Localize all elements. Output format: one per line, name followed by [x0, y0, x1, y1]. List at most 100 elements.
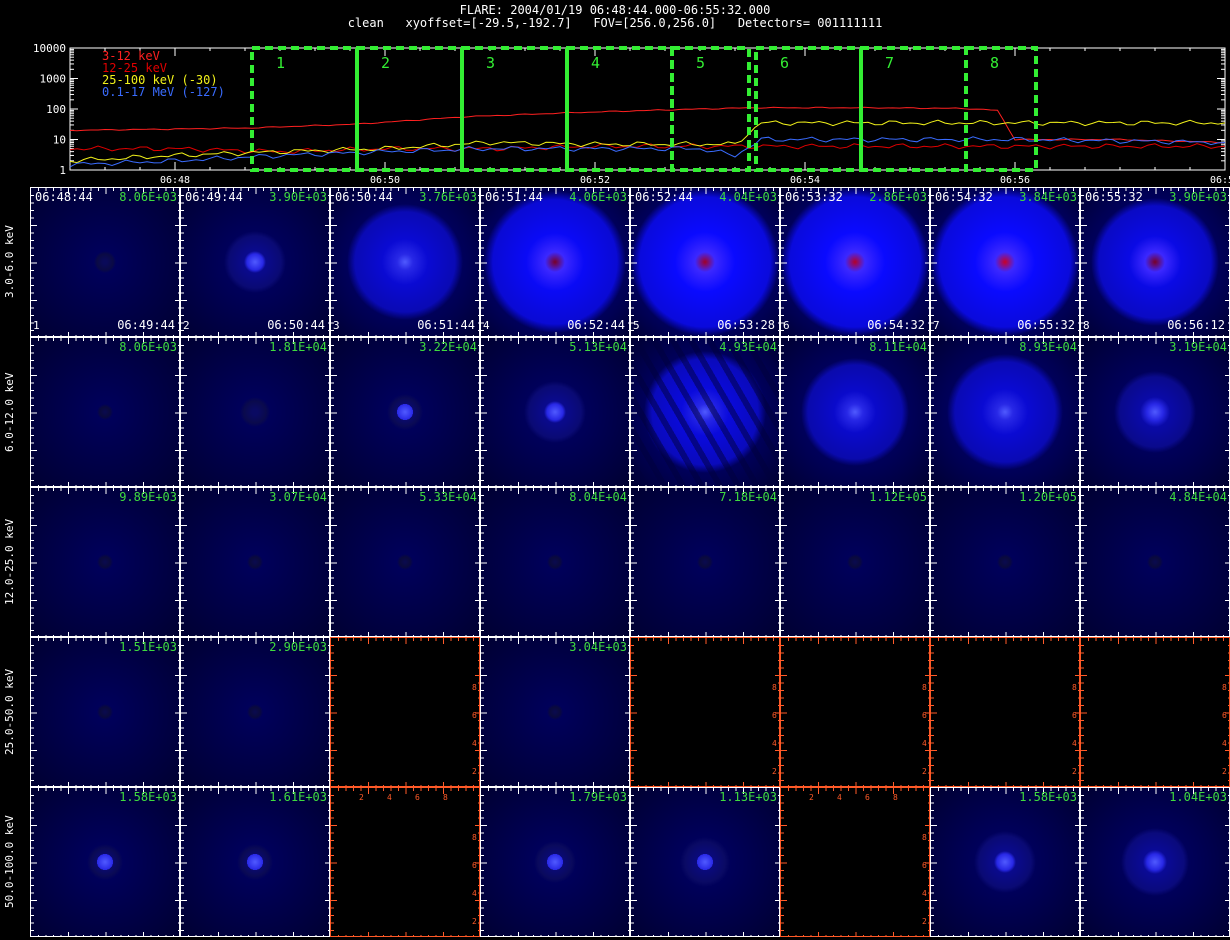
empty-axis-tick-label: 2: [772, 767, 777, 776]
empty-axis-tick-label: 2: [922, 917, 927, 926]
image-cell: 2 4 6 8: [1080, 637, 1230, 787]
x-tick-label: 06:58: [1210, 175, 1230, 186]
image-cell: 9.89E+03: [30, 487, 180, 637]
interval-label: 8: [990, 54, 999, 72]
cell-ticks: [1081, 488, 1229, 636]
cell-ticks: [931, 488, 1079, 636]
image-cell: 5.13E+04: [480, 337, 630, 487]
image-cell: 2 2 4 4 6 6 8 8: [780, 787, 930, 937]
cell-ticks: [481, 638, 629, 786]
cell-max-value: 3.19E+04: [1169, 340, 1227, 354]
interval-label: 1: [276, 54, 285, 72]
empty-axis-tick-label: 2: [472, 767, 477, 776]
cell-index: 2: [183, 319, 190, 332]
x-tick-label: 06:50: [370, 175, 400, 186]
empty-axis-tick-label: 6: [1072, 711, 1077, 720]
cell-ticks: [931, 338, 1079, 486]
cell-end-time: 06:54:32: [867, 318, 925, 332]
cell-max-value: 3.84E+03: [1019, 190, 1077, 204]
image-cell: 4.84E+04: [1080, 487, 1230, 637]
cell-max-value: 1.61E+03: [269, 790, 327, 804]
cell-start-time: 06:50:44: [335, 190, 393, 204]
cell-start-time: 06:55:32: [1085, 190, 1143, 204]
cell-ticks: 2 4 6 8: [781, 638, 929, 786]
cell-index: 6: [783, 319, 790, 332]
image-cell: 4.06E+03 06:51:44 06:52:44 4: [480, 187, 630, 337]
cell-ticks: [931, 788, 1079, 936]
row-energy-label: 3.0-6.0 keV: [3, 225, 16, 299]
image-cell: 3.19E+04: [1080, 337, 1230, 487]
image-cell: 2 4 6 8: [780, 637, 930, 787]
empty-axis-tick-label: 8: [1072, 683, 1077, 692]
empty-axis-tick-label: 4: [922, 889, 927, 898]
cell-max-value: 3.76E+03: [419, 190, 477, 204]
cell-max-value: 1.13E+03: [719, 790, 777, 804]
cell-max-value: 1.58E+03: [1019, 790, 1077, 804]
image-cell: 1.79E+03: [480, 787, 630, 937]
image-cell: 3.84E+03 06:54:32 06:55:32 7: [930, 187, 1080, 337]
cell-index: 5: [633, 319, 640, 332]
image-cell: 3.90E+03 06:49:44 06:50:44 2: [180, 187, 330, 337]
empty-axis-tick-label: 4: [1072, 739, 1077, 748]
image-cell: 2 4 6 8: [630, 637, 780, 787]
cell-ticks: [181, 188, 329, 336]
image-cell: 8.06E+03: [30, 337, 180, 487]
cell-index: 3: [333, 319, 340, 332]
y-tick-label: 10000: [33, 42, 66, 55]
cell-max-value: 8.04E+04: [569, 490, 627, 504]
cell-max-value: 8.06E+03: [119, 340, 177, 354]
cell-max-value: 1.20E+05: [1019, 490, 1077, 504]
image-cell: 8.93E+04: [930, 337, 1080, 487]
cell-max-value: 9.89E+03: [119, 490, 177, 504]
cell-ticks: [331, 338, 479, 486]
x-tick-label: 06:48: [160, 175, 190, 186]
cell-ticks: [481, 188, 629, 336]
empty-axis-tick-label: 6: [922, 711, 927, 720]
series-line: [69, 106, 1226, 144]
empty-axis-tick-label: 2: [809, 793, 814, 802]
cell-index: 4: [483, 319, 490, 332]
image-cell: 3.07E+04: [180, 487, 330, 637]
interval-label: 3: [486, 54, 495, 72]
empty-axis-tick-label: 6: [1222, 711, 1227, 720]
image-cell: 3.76E+03 06:50:44 06:51:44 3: [330, 187, 480, 337]
cell-ticks: [1081, 338, 1229, 486]
image-cell: 1.20E+05: [930, 487, 1080, 637]
image-cell: 1.13E+03: [630, 787, 780, 937]
empty-axis-tick-label: 6: [472, 711, 477, 720]
cell-max-value: 8.11E+04: [869, 340, 927, 354]
empty-axis-tick-label: 8: [893, 793, 898, 802]
image-cell: 1.12E+05: [780, 487, 930, 637]
cell-start-time: 06:49:44: [185, 190, 243, 204]
cell-ticks: 2 4 6 8: [631, 638, 779, 786]
empty-axis-tick-label: 4: [472, 889, 477, 898]
cell-end-time: 06:52:44: [567, 318, 625, 332]
cell-max-value: 5.33E+04: [419, 490, 477, 504]
series-line: [69, 119, 1226, 164]
cell-ticks: [331, 188, 479, 336]
figure-title-line-2: clean xyoffset=[-29.5,-192.7] FOV=[256.0…: [347, 16, 883, 30]
cell-max-value: 3.90E+03: [269, 190, 327, 204]
cell-start-time: 06:54:32: [935, 190, 993, 204]
cell-max-value: 4.84E+04: [1169, 490, 1227, 504]
cell-end-time: 06:50:44: [267, 318, 325, 332]
empty-axis-tick-label: 8: [472, 683, 477, 692]
image-cell: 8.04E+04: [480, 487, 630, 637]
cell-ticks: 2 2 4 4 6 6 8 8: [781, 788, 929, 936]
cell-end-time: 06:49:44: [117, 318, 175, 332]
image-cell: 7.18E+04: [630, 487, 780, 637]
empty-axis-tick-label: 4: [922, 739, 927, 748]
cell-max-value: 1.79E+03: [569, 790, 627, 804]
cell-ticks: [181, 788, 329, 936]
cell-max-value: 1.12E+05: [869, 490, 927, 504]
interval-label: 7: [885, 54, 894, 72]
cell-max-value: 2.86E+03: [869, 190, 927, 204]
image-cell: 1.81E+04: [180, 337, 330, 487]
cell-max-value: 8.06E+03: [119, 190, 177, 204]
cell-max-value: 1.51E+03: [119, 640, 177, 654]
empty-axis-tick-label: 2: [472, 917, 477, 926]
image-cell: 8.06E+03 06:48:44 06:49:44 1: [30, 187, 180, 337]
y-tick-label: 1: [59, 164, 66, 177]
interval-box: [565, 46, 674, 172]
x-tick-label: 06:52: [580, 175, 610, 186]
